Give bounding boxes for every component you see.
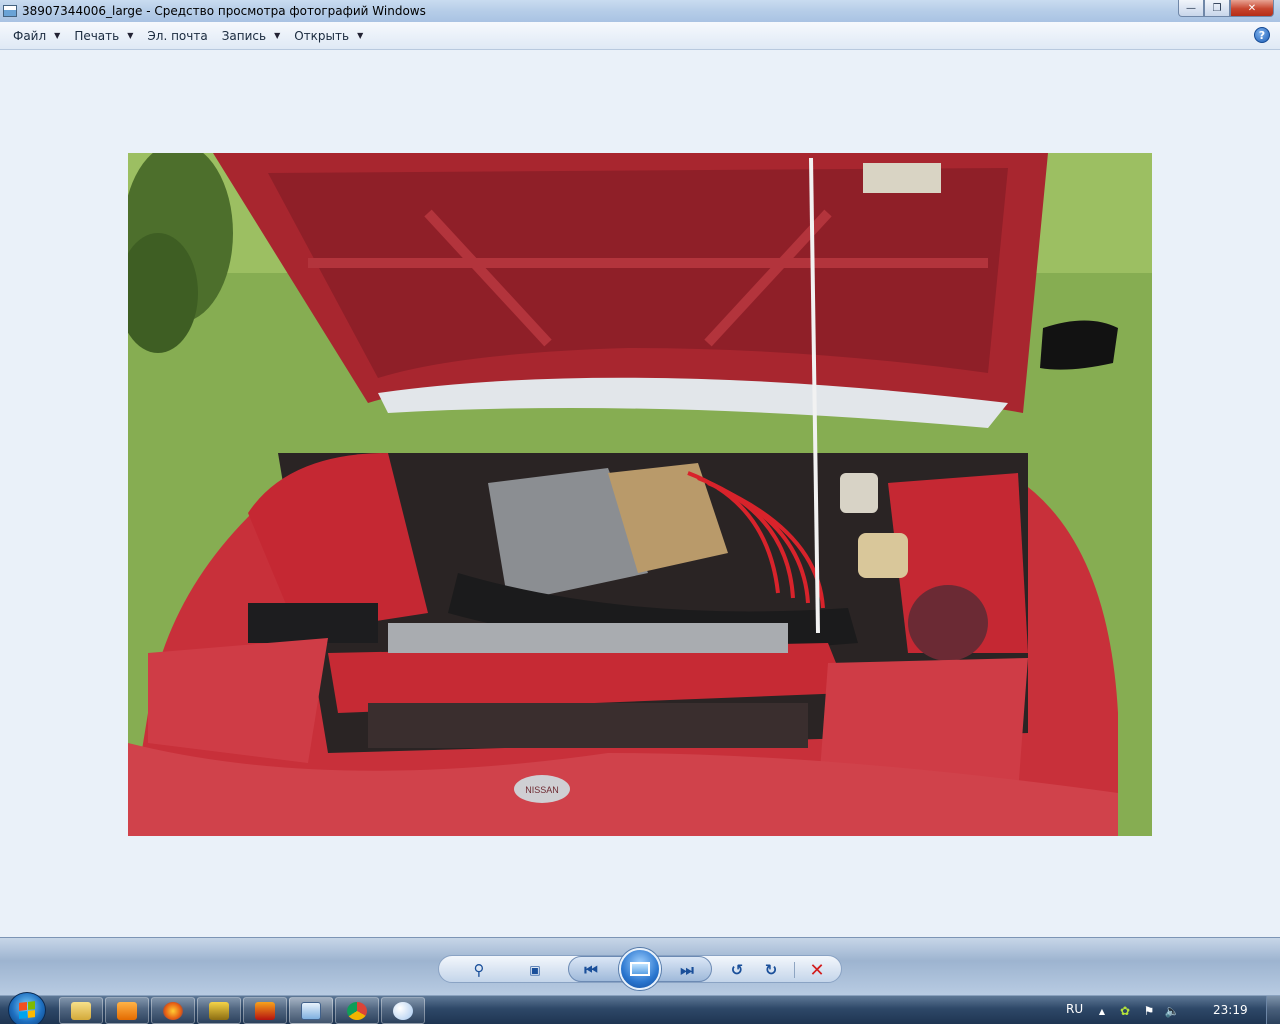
menu-file[interactable]: Файл ▼: [6, 25, 67, 47]
volume-icon[interactable]: 🔈: [1164, 1003, 1180, 1019]
taskbar: RU ▲ ✿ ⚑ 🔈 23:19: [0, 992, 1280, 1024]
image-viewport: NISSAN: [0, 51, 1280, 937]
paint-icon: [393, 1001, 413, 1020]
zoom-icon: ⚲: [473, 961, 485, 979]
menu-email-label: Эл. почта: [147, 28, 208, 43]
rotate-clockwise-button[interactable]: ↻: [758, 959, 784, 981]
previous-button[interactable]: ⏮: [578, 959, 604, 981]
minimize-button[interactable]: —: [1178, 0, 1204, 17]
photo-viewer-icon: [301, 1001, 321, 1020]
actual-size-button[interactable]: ▣: [522, 959, 548, 981]
photo-viewer-icon: [3, 5, 17, 17]
menu-email[interactable]: Эл. почта: [140, 25, 214, 47]
chrome-icon: [347, 1001, 367, 1020]
next-icon: ⏭: [680, 961, 694, 979]
chevron-down-icon: ▼: [54, 31, 61, 40]
window-title: 38907344006_large - Средство просмотра ф…: [22, 4, 426, 18]
close-button[interactable]: ✕: [1230, 0, 1274, 17]
car-engine-bay-photo: NISSAN: [128, 153, 1152, 836]
restore-button[interactable]: ❐: [1204, 0, 1230, 17]
media-player-icon: [117, 1001, 137, 1020]
folder-icon: [71, 1001, 91, 1020]
taskbar-app-filezilla[interactable]: [243, 997, 287, 1024]
chevron-down-icon: ▼: [127, 31, 134, 40]
firefox-icon: [163, 1001, 183, 1020]
rotate-counterclockwise-icon: ↺: [730, 961, 744, 979]
delete-icon: ✕: [809, 959, 825, 981]
delete-button[interactable]: ✕: [804, 959, 830, 981]
close-icon: ✕: [1247, 2, 1257, 14]
taskbar-app-media-player[interactable]: [105, 997, 149, 1024]
taskbar-app-chrome[interactable]: [335, 997, 379, 1024]
action-center-icon[interactable]: ⚑: [1141, 1003, 1157, 1019]
menu-print[interactable]: Печать ▼: [67, 25, 140, 47]
clock[interactable]: 23:19: [1213, 1003, 1248, 1017]
zoom-button[interactable]: ⚲: [466, 959, 492, 981]
menu-open[interactable]: Открыть ▼: [287, 25, 370, 47]
control-bar: ⚲ ▣ ⏮ ⏭ ↺ ↻ ✕: [0, 937, 1280, 995]
taskbar-app-explorer[interactable]: [59, 997, 103, 1024]
chevron-down-icon: ▼: [274, 31, 281, 40]
menu-burn[interactable]: Запись ▼: [215, 25, 288, 47]
minimize-icon: —: [1186, 2, 1196, 14]
taskbar-app-paint[interactable]: [381, 997, 425, 1024]
help-button[interactable]: ?: [1254, 27, 1270, 43]
language-indicator[interactable]: RU: [1066, 1002, 1083, 1016]
previous-icon: ⏮: [584, 961, 598, 979]
window-controls: — ❐ ✕: [1178, 0, 1274, 17]
restore-icon: ❐: [1212, 2, 1222, 14]
slideshow-icon: [630, 962, 650, 976]
filezilla-icon: [255, 1001, 275, 1020]
nissan-badge: NISSAN: [525, 785, 559, 795]
network-status-icon[interactable]: ✿: [1117, 1003, 1133, 1019]
taskbar-app-firefox[interactable]: [151, 997, 195, 1024]
menu-burn-label: Запись: [221, 28, 267, 43]
next-button[interactable]: ⏭: [674, 959, 700, 981]
slideshow-button[interactable]: [619, 948, 661, 990]
rotate-counterclockwise-button[interactable]: ↺: [724, 959, 750, 981]
windows-logo-icon: [19, 1001, 35, 1019]
winamp-icon: [209, 1001, 229, 1020]
rotate-clockwise-icon: ↻: [764, 961, 778, 979]
show-hidden-icons-icon[interactable]: ▲: [1094, 1003, 1110, 1019]
menu-open-label: Открыть: [294, 28, 350, 43]
menu-file-label: Файл: [13, 28, 47, 43]
taskbar-app-photo-viewer[interactable]: [289, 997, 333, 1024]
separator: [794, 962, 795, 978]
menu-print-label: Печать: [74, 28, 120, 43]
actual-size-icon: ▣: [529, 963, 541, 977]
help-icon: ?: [1258, 28, 1266, 42]
start-button[interactable]: [8, 992, 46, 1024]
menu-bar: Файл ▼ Печать ▼ Эл. почта Запись ▼ Откры…: [0, 22, 1280, 50]
taskbar-app-winamp[interactable]: [197, 997, 241, 1024]
title-bar: 38907344006_large - Средство просмотра ф…: [0, 0, 1280, 22]
show-desktop-button[interactable]: [1266, 996, 1280, 1024]
chevron-down-icon: ▼: [357, 31, 364, 40]
photo-image[interactable]: NISSAN: [128, 153, 1152, 836]
